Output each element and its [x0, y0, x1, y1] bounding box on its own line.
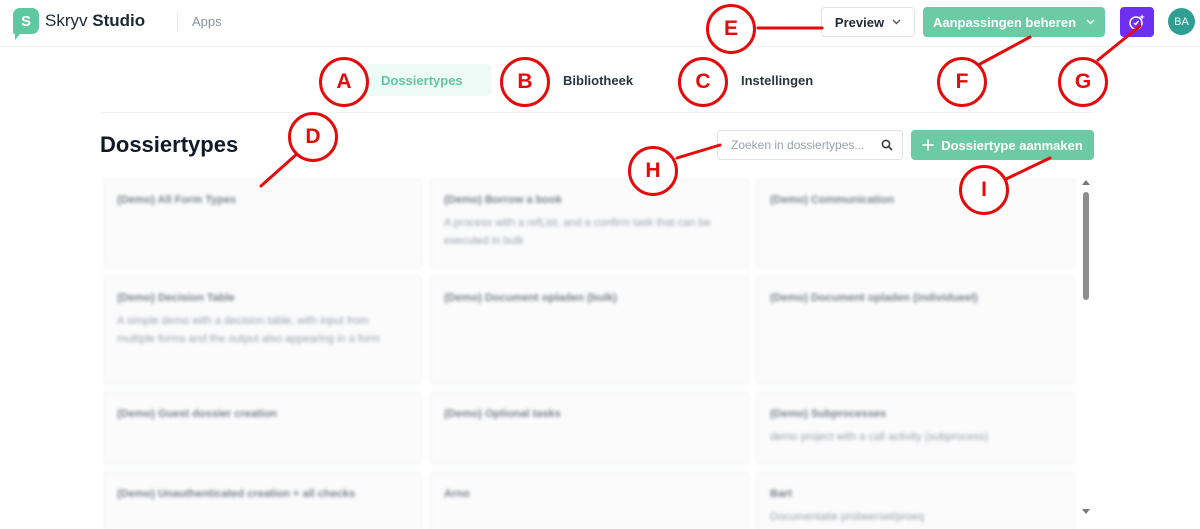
brand-name-light: Skryv	[45, 11, 93, 30]
card-title: (Demo) Subprocesses	[770, 408, 887, 420]
annotation-marker-i: I	[959, 165, 1009, 215]
search-input[interactable]	[731, 138, 881, 152]
page-title: Dossiertypes	[100, 132, 239, 157]
preview-button-label: Preview	[834, 14, 885, 30]
plus-icon	[922, 139, 934, 151]
brand-name[interactable]: Skryv Studio	[45, 11, 145, 31]
manage-customizations-button[interactable]: Aanpassingen beheren	[923, 7, 1105, 37]
manage-customizations-label: Aanpassingen beheren	[932, 14, 1077, 30]
search-field[interactable]	[717, 130, 903, 160]
card-title: (Demo) Unauthenticated creation + all ch…	[117, 488, 356, 500]
card-title: (Demo) All Form Types	[117, 194, 237, 206]
card-description: A process with a refList, and a confirm …	[444, 217, 711, 247]
card-title: (Demo) Document opladen (individueel)	[770, 292, 978, 304]
scroll-up-arrow-icon[interactable]	[1082, 180, 1090, 185]
card-description: Documentatie probeersel/proeq	[770, 511, 925, 523]
chevron-down-icon	[1086, 19, 1095, 25]
card-title: (Demo) Communication	[770, 194, 895, 206]
apps-link[interactable]: Apps	[192, 14, 222, 29]
user-avatar[interactable]: BA	[1168, 8, 1195, 35]
tab-dossiertypes[interactable]: Dossiertypes	[365, 64, 491, 96]
scroll-down-arrow-icon[interactable]	[1082, 509, 1090, 514]
grid-scrollbar[interactable]	[1080, 178, 1092, 520]
annotation-line-h	[675, 143, 722, 160]
annotation-marker-c: C	[678, 57, 728, 107]
annotation-marker-f: F	[937, 57, 987, 107]
dossiertype-card[interactable]: (Demo) Decision Table A simple demo with…	[103, 276, 422, 384]
dossiertype-card[interactable]: Arno	[430, 472, 749, 529]
dossiertype-card[interactable]: (Demo) Unauthenticated creation + all ch…	[103, 472, 422, 529]
dossiertype-card[interactable]: (Demo) Document opladen (individueel)	[756, 276, 1075, 384]
annotation-marker-g: G	[1058, 57, 1108, 107]
card-title: (Demo) Guest dossier creation	[117, 408, 278, 420]
top-bar: S Skryv Studio Apps Preview Aanpassingen…	[0, 0, 1200, 47]
sparkle-icon	[1129, 14, 1145, 30]
tab-instellingen[interactable]: Instellingen	[741, 64, 813, 96]
card-title: Bart	[770, 488, 793, 500]
card-title: (Demo) Optional tasks	[444, 408, 561, 420]
search-icon[interactable]	[881, 139, 893, 151]
brand-name-bold: Studio	[92, 11, 146, 30]
card-title: (Demo) Borrow a book	[444, 194, 562, 206]
create-dossiertype-button[interactable]: Dossiertype aanmaken	[911, 130, 1094, 160]
card-description: demo project with a call activity (subpr…	[770, 431, 989, 443]
skryv-logo-icon[interactable]: S	[13, 8, 39, 40]
dossiertype-card[interactable]: (Demo) Borrow a book A process with a re…	[430, 178, 749, 268]
dossiertype-card[interactable]: (Demo) All Form Types	[103, 178, 422, 268]
dossiertype-card[interactable]: (Demo) Optional tasks	[430, 392, 749, 464]
tabs-divider	[100, 112, 1093, 113]
ai-assistant-button[interactable]	[1120, 7, 1154, 37]
create-dossiertype-label: Dossiertype aanmaken	[941, 137, 1083, 153]
card-title: (Demo) Document opladen (bulk)	[444, 292, 617, 304]
annotation-line-i	[1002, 156, 1052, 182]
header-divider	[177, 12, 178, 32]
annotation-marker-a: A	[319, 57, 369, 107]
card-description: A simple demo with a decision table, wit…	[117, 315, 380, 345]
annotation-marker-e: E	[706, 4, 756, 54]
dossiertype-card[interactable]: (Demo) Guest dossier creation	[103, 392, 422, 464]
dossiertype-card[interactable]: (Demo) Subprocesses demo project with a …	[756, 392, 1075, 464]
dossiertype-card[interactable]: (Demo) Communication	[756, 178, 1075, 268]
card-title: Arno	[444, 488, 470, 500]
chevron-down-icon	[892, 19, 901, 25]
annotation-marker-b: B	[500, 57, 550, 107]
dossiertype-grid: (Demo) All Form Types (Demo) Borrow a bo…	[103, 178, 1077, 529]
card-title: (Demo) Decision Table	[117, 292, 235, 304]
dossiertype-card[interactable]: (Demo) Document opladen (bulk)	[430, 276, 749, 384]
dossiertype-card[interactable]: Bart Documentatie probeersel/proeq	[756, 472, 1075, 529]
scrollbar-thumb[interactable]	[1083, 192, 1089, 300]
tab-bibliotheek[interactable]: Bibliotheek	[563, 64, 633, 96]
annotation-marker-d: D	[288, 112, 338, 162]
annotation-marker-h: H	[628, 146, 678, 196]
preview-button[interactable]: Preview	[821, 7, 915, 37]
